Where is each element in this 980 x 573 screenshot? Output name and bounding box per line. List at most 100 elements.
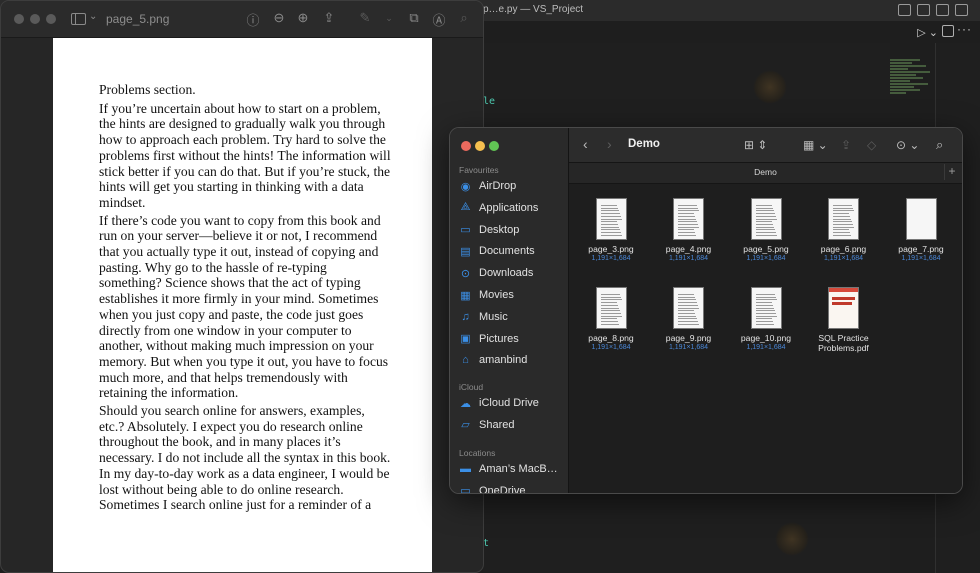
- paragraph: Problems section.: [99, 82, 196, 97]
- watermark-logo: [753, 70, 787, 104]
- file-item[interactable]: page_5.png 1,191×1,684: [730, 198, 802, 262]
- sidebar-item-label: Movies: [479, 289, 514, 301]
- sidebar-item-applications[interactable]: ⟁ Applications: [459, 198, 563, 218]
- file-item[interactable]: page_3.png 1,191×1,684: [575, 198, 647, 262]
- image-thumbnail: [750, 287, 782, 329]
- image-thumbnail: [595, 287, 627, 329]
- finder-sidebar: Favourites ◉ AirDrop ⟁ Applications ▭ Desktop…: [450, 128, 569, 493]
- annotate-icon[interactable]: Ⓐ: [431, 10, 447, 29]
- drive-icon: ▭: [460, 485, 471, 494]
- sidebar-item-movies[interactable]: ▦ Movies: [459, 285, 563, 305]
- more-icon[interactable]: ⊙ ⌄: [896, 138, 919, 152]
- customize-layout-icon[interactable]: [955, 4, 968, 16]
- section-locations: Locations: [459, 448, 496, 458]
- sidebar-item-airdrop[interactable]: ◉ AirDrop: [459, 176, 563, 196]
- finder-content: ‹ › Demo ⊞ ⇕ ▦ ⌄ ⇪ ◇ ⊙ ⌄ ⌕ Demo + page_3…: [569, 128, 962, 493]
- file-item[interactable]: page_8.png 1,191×1,684: [575, 287, 647, 351]
- file-item[interactable]: page_6.png 1,191×1,684: [808, 198, 880, 262]
- sidebar-item-shared[interactable]: ▱ Shared: [459, 415, 563, 435]
- image-thumbnail: [905, 198, 937, 240]
- music-icon: ♫: [461, 310, 470, 323]
- markup-icon[interactable]: ✎: [357, 10, 373, 26]
- preview-window: ⌄ page_5.png ⓘ ⊖ ⊕ ⇪ ✎ ⌄ ⧉ Ⓐ ⌕ Problems …: [0, 0, 484, 573]
- file-dimensions: 1,191×1,684: [591, 255, 631, 262]
- file-dimensions: 1,191×1,684: [746, 344, 786, 351]
- toggle-secondary-sidebar-icon[interactable]: [936, 4, 949, 16]
- info-icon[interactable]: ⓘ: [245, 10, 261, 29]
- file-dimensions: 1,191×1,684: [668, 344, 709, 351]
- code-fragment: le: [483, 96, 496, 107]
- sidebar-item-desktop[interactable]: ▭ Desktop: [459, 220, 563, 240]
- more-actions-icon[interactable]: ···: [957, 22, 972, 36]
- image-thumbnail: [673, 287, 704, 329]
- split-editor-icon[interactable]: [942, 25, 954, 37]
- back-icon[interactable]: ‹: [583, 136, 588, 152]
- watermark-logo: [775, 522, 809, 556]
- file-item[interactable]: page_9.png 1,191×1,684: [653, 287, 725, 351]
- minimap[interactable]: [890, 58, 934, 138]
- sidebar-item-amanbind[interactable]: ⌂ amanbind: [459, 350, 563, 370]
- desktop-icon: ▭: [460, 224, 471, 237]
- finder-toolbar: ‹ › Demo ⊞ ⇕ ▦ ⌄ ⇪ ◇ ⊙ ⌄ ⌕: [569, 128, 962, 162]
- pdf-thumbnail: [828, 287, 859, 329]
- forward-icon[interactable]: ›: [607, 136, 612, 152]
- layout-controls: [898, 4, 968, 16]
- sidebar-item-downloads[interactable]: ⊙ Downloads: [459, 263, 563, 283]
- file-dimensions: 1,191×1,684: [668, 255, 709, 262]
- file-dimensions: 1,191×1,684: [901, 255, 941, 262]
- share-icon[interactable]: ⇪: [321, 10, 337, 26]
- close-button[interactable]: [461, 141, 471, 151]
- sidebar-item-documents[interactable]: ▤ Documents: [459, 241, 563, 261]
- toggle-panel-icon[interactable]: [917, 4, 930, 16]
- sidebar-item-icloud-drive[interactable]: ☁ iCloud Drive: [459, 393, 563, 413]
- search-icon[interactable]: ⌕: [936, 137, 943, 153]
- minimize-button[interactable]: [475, 141, 485, 151]
- file-item[interactable]: page_7.png 1,191×1,684: [885, 198, 957, 262]
- airdrop-icon: ◉: [460, 180, 471, 193]
- sidebar-item-label: Downloads: [479, 267, 534, 280]
- share-icon[interactable]: ⇪: [841, 138, 851, 152]
- run-icon[interactable]: ▷ ⌄: [917, 26, 938, 39]
- zoom-button[interactable]: [489, 141, 499, 151]
- add-tab-icon[interactable]: +: [944, 164, 959, 180]
- rotate-icon[interactable]: ⧉: [406, 10, 422, 26]
- file-name: page_10.png: [740, 333, 792, 343]
- tag-icon[interactable]: ◇: [867, 138, 876, 152]
- file-name: page_8.png: [588, 333, 634, 343]
- zoom-out-icon[interactable]: ⊖: [271, 10, 287, 26]
- sidebar-toggle-icon[interactable]: [71, 13, 86, 25]
- document-page[interactable]: Problems section. If you’re uncertain ab…: [53, 38, 432, 572]
- finder-window: Favourites ◉ AirDrop ⟁ Applications ▭ Desktop…: [449, 127, 963, 494]
- movies-icon: ▦: [460, 289, 471, 302]
- toggle-sidebar-icon[interactable]: [898, 4, 911, 16]
- minimize-button[interactable]: [30, 14, 40, 24]
- laptop-icon: ▬: [460, 463, 471, 475]
- file-item[interactable]: page_10.png 1,191×1,684: [730, 287, 802, 351]
- image-thumbnail: [750, 198, 782, 240]
- view-grid-icon[interactable]: ⊞ ⇕: [744, 138, 767, 152]
- file-item[interactable]: SQL Practice Problems.pdf: [808, 287, 880, 353]
- file-name: page_9.png: [665, 333, 712, 343]
- preview-toolbar: ⌄ page_5.png ⓘ ⊖ ⊕ ⇪ ✎ ⌄ ⧉ Ⓐ ⌕: [1, 1, 483, 38]
- chevron-down-icon[interactable]: ⌄: [89, 11, 97, 22]
- markup-chevron-icon[interactable]: ⌄: [381, 13, 397, 24]
- shared-folder-icon: ▱: [461, 419, 470, 432]
- zoom-in-icon[interactable]: ⊕: [295, 10, 311, 26]
- sidebar-item-music[interactable]: ♫ Music: [459, 307, 563, 327]
- section-icloud: iCloud: [459, 382, 484, 392]
- vscode-title: p…e.py — VS_Project: [483, 4, 584, 15]
- home-icon: ⌂: [462, 354, 469, 367]
- sidebar-item-aman-s-macb[interactable]: ▬ Aman’s MacB…: [459, 459, 563, 479]
- paragraph: If there’s code you want to copy from th…: [99, 212, 389, 401]
- sidebar-item-label: amanbind: [479, 354, 528, 367]
- search-icon[interactable]: ⌕: [456, 10, 472, 26]
- file-name: page_7.png: [898, 244, 944, 254]
- close-button[interactable]: [14, 14, 24, 24]
- file-item[interactable]: page_4.png 1,191×1,684: [653, 198, 725, 262]
- zoom-button[interactable]: [46, 14, 56, 24]
- file-dimensions: 1,191×1,684: [823, 255, 864, 262]
- sidebar-item-pictures[interactable]: ▣ Pictures: [459, 329, 563, 349]
- sidebar-item-label: Desktop: [479, 223, 520, 236]
- sidebar-item-onedrive[interactable]: ▭ OneDrive: [459, 481, 563, 494]
- group-icon[interactable]: ▦ ⌄: [803, 138, 828, 152]
